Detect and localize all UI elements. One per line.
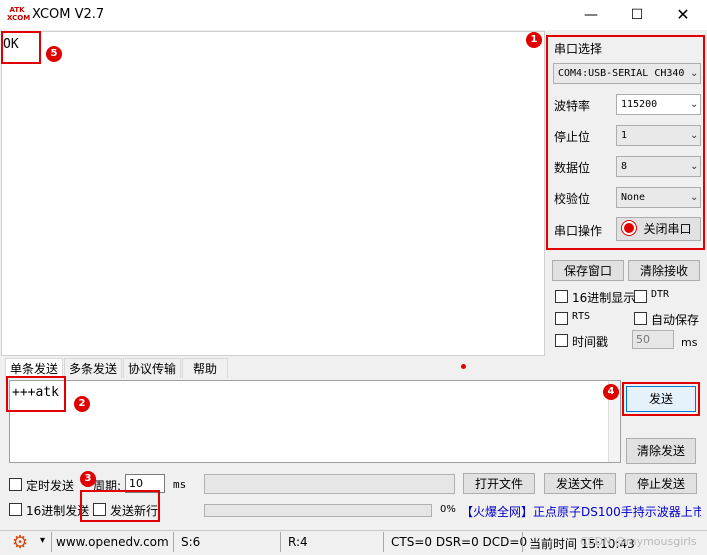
status-divider [522,532,523,552]
tab-help[interactable]: 帮助 [182,358,228,378]
hex-display-checkbox[interactable] [555,290,568,303]
receive-area[interactable] [1,31,545,356]
ad-link[interactable]: 【火爆全网】正点原子DS100手持示波器上市 [461,503,701,523]
close-icon[interactable]: ✕ [660,0,706,30]
highlight-box-4 [622,382,700,416]
minimize-icon[interactable]: — [568,0,614,30]
highlight-box-2 [6,376,66,412]
auto-save-label: 自动保存 [651,313,700,327]
parity-label: 校验位 [554,192,591,206]
stop-send-button[interactable]: 停止发送 [625,473,697,494]
send-input[interactable] [9,380,621,463]
port-select[interactable]: COM4:USB-SERIAL CH340 [553,63,701,84]
gear-icon[interactable]: ⚙ [12,533,32,553]
op-label: 串口操作 [554,224,603,238]
stop-select[interactable]: 1 [616,125,701,146]
clear-receive-button[interactable]: 清除接收 [628,260,700,281]
parity-value: None [621,192,646,203]
data-select[interactable]: 8 [616,156,701,177]
dtr-checkbox[interactable] [634,290,647,303]
baud-select[interactable]: 115200 [616,94,701,115]
chevron-down-icon: ⌄ [690,192,699,203]
clear-send-button[interactable]: 清除发送 [626,438,696,464]
badge-1: 1 [526,32,542,48]
status-sent-count: S:6 [181,535,201,549]
maximize-icon[interactable]: ☐ [614,0,660,30]
status-divider [383,532,384,552]
chevron-down-icon: ⌄ [690,68,699,79]
timestamp-unit: ms [681,336,698,349]
timestamp-checkbox[interactable] [555,334,568,347]
timed-send-checkbox[interactable] [9,478,22,491]
file-path-field[interactable] [204,474,455,494]
period-unit: ms [173,478,187,491]
port-open-indicator-icon [622,221,636,235]
parity-select[interactable]: None [616,187,701,208]
red-dot-marker [461,364,466,369]
highlight-box-5 [1,31,41,64]
timed-send-label: 定时发送 [26,479,75,493]
status-divider [280,532,281,552]
highlight-box-3 [80,490,160,522]
save-window-button[interactable]: 保存窗口 [552,260,624,281]
rts-label: RTS [572,311,591,322]
badge-4: 4 [603,384,619,400]
rts-checkbox[interactable] [555,312,568,325]
status-divider [51,532,52,552]
stop-label: 停止位 [554,130,591,144]
badge-2: 2 [74,396,90,412]
stop-value: 1 [621,130,628,141]
app-logo-icon: ATK XCOM [7,6,31,22]
timestamp-label: 时间戳 [572,335,609,349]
status-received-count: R:4 [288,535,308,549]
badge-5: 5 [46,46,62,62]
hex-send-checkbox[interactable] [9,503,22,516]
badge-3: 3 [80,471,96,487]
auto-save-checkbox[interactable] [634,312,647,325]
window-title: XCOM V2.7 [32,7,105,22]
dtr-label: DTR [651,289,670,300]
status-divider [173,532,174,552]
watermark: CSDN @mymousgirls [580,535,697,548]
send-file-button[interactable]: 发送文件 [544,473,616,494]
close-port-label: 关闭串口 [643,222,692,236]
tab-single-send[interactable]: 单条发送 [5,358,63,378]
timestamp-input[interactable]: 50 [632,330,674,349]
port-value: COM4:USB-SERIAL CH340 [558,68,685,79]
status-url[interactable]: www.openedv.com [56,535,169,549]
chevron-down-icon: ⌄ [690,161,699,172]
baud-label: 波特率 [554,99,591,113]
status-line-states: CTS=0 DSR=0 DCD=0 [391,535,528,549]
tab-protocol[interactable]: 协议传输 [123,358,181,378]
data-value: 8 [621,161,628,172]
chevron-down-icon: ⌄ [690,99,699,110]
dropdown-arrow-icon[interactable]: ▾ [40,535,45,546]
baud-value: 115200 [621,99,658,110]
data-label: 数据位 [554,161,591,175]
hex-display-label: 16进制显示 [572,291,636,305]
tab-multi-send[interactable]: 多条发送 [64,358,122,378]
serial-heading: 串口选择 [554,42,603,56]
progress-text: 0% [440,504,456,515]
open-file-button[interactable]: 打开文件 [463,473,535,494]
chevron-down-icon: ⌄ [690,130,699,141]
send-progress-bar [204,504,432,517]
